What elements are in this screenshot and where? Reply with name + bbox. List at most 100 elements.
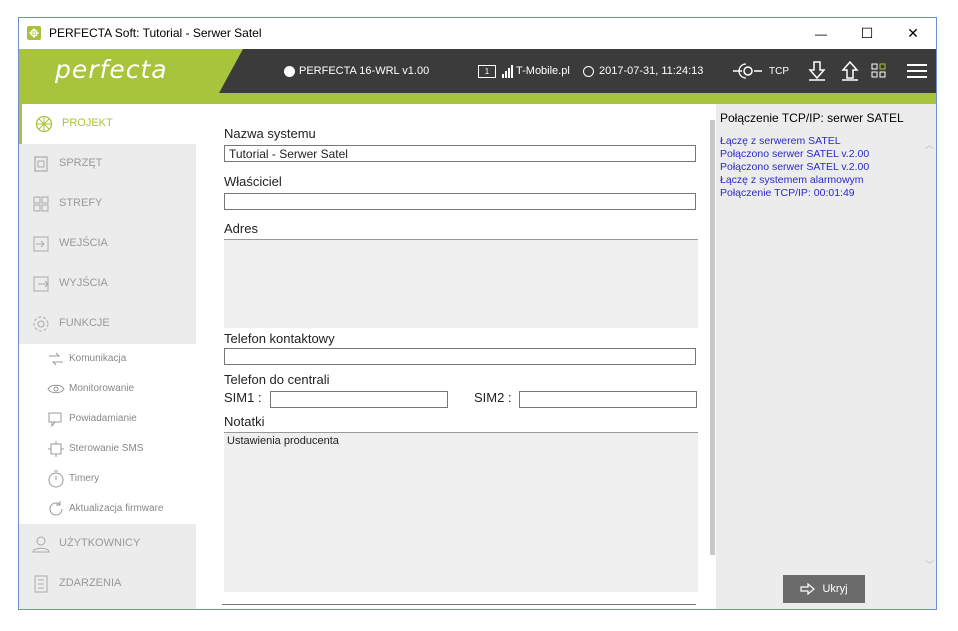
modules-icon [871,63,886,78]
timer-icon [48,470,64,488]
communication-icon [49,352,63,366]
events-icon [34,575,48,593]
sim-card-icon: 1 [478,64,496,78]
arrow-right-icon [800,583,816,595]
close-button[interactable]: ✕ [890,18,936,49]
clock-icon [583,65,594,77]
sidebar-subitem-komunikacja[interactable]: Komunikacja [19,344,196,374]
form-scrollbar[interactable] [709,104,716,609]
sidebar-item-label: UŻYTKOWNICY [59,537,141,549]
sidebar-item-label: ZDARZENIA [59,577,122,589]
sidebar-item-label: SPRZĘT [59,157,103,169]
owner-input[interactable] [224,193,696,210]
connection-log: Łączę z serwerem SATEL Połączono serwer … [720,135,869,200]
connection-panel-title: Połączenie TCP/IP: serwer SATEL [720,111,904,125]
sidebar-item-zdarzenia[interactable]: ZDARZENIA [19,564,196,604]
sidebar-item-uzytkownicy[interactable]: UŻYTKOWNICY [19,524,196,564]
log-line: Połączenie TCP/IP: 00:01:49 [720,187,855,199]
output-icon [33,276,49,292]
sidebar-item-projekt[interactable]: PROJEKT [19,104,196,144]
contact-phone-label: Telefon kontaktowy [224,331,335,346]
operator-label: T-Mobile.pl [516,65,570,77]
log-scroll-up-icon[interactable]: ︿ [925,138,934,151]
update-icon [49,501,63,516]
address-label: Adres [224,221,258,236]
sidebar-item-funkcje[interactable]: FUNKCJE [19,304,196,344]
zones-icon [33,196,49,212]
owner-label: Właściciel [224,174,282,189]
sidebar-item-sprzet[interactable]: SPRZĘT [19,144,196,184]
log-line: Łączę z systemem alarmowym [720,174,864,186]
sidebar-subitem-sterowanie-sms[interactable]: Sterowanie SMS [19,434,196,464]
sidebar-subitem-label: Timery [69,473,100,484]
contact-phone-input[interactable] [224,348,696,365]
notify-icon [48,412,62,428]
sidebar-subitem-timery[interactable]: Timery [19,464,196,494]
sidebar-item-label: FUNKCJE [59,317,110,329]
sidebar-item-label: WEJŚCIA [59,237,108,249]
datetime-info: 2017-07-31, 11:24:13 [583,49,703,93]
app-window: PERFECTA Soft: Tutorial - Serwer Satel —… [18,17,937,610]
sim-slot-number: 1 [484,66,490,76]
upload-icon [841,60,859,81]
maximize-icon: ☐ [860,25,874,41]
modules-button[interactable] [871,49,887,93]
system-name-input[interactable]: Tutorial - Serwer Satel [224,145,696,162]
sidebar-item-strefy[interactable]: STREFY [19,184,196,224]
hamburger-menu-icon [907,64,927,78]
sidebar: PROJEKT SPRZĘT STREFY WEJŚCIA WYJŚCIA FU… [19,104,196,609]
connection-status[interactable]: TCP [733,49,789,93]
sim2-label: SIM2 : [474,390,512,405]
panel-phone-label: Telefon do centrali [224,372,330,387]
device-icon [34,156,48,172]
logo-area: perfecta [19,49,243,93]
app-logo-icon [27,26,41,40]
sidebar-item-wejscia[interactable]: WEJŚCIA [19,224,196,264]
gsm-info: 1 T-Mobile.pl [478,49,570,93]
signal-strength-icon [502,64,513,78]
sim1-label: SIM1 : [224,390,262,405]
hide-button[interactable]: Ukryj [783,575,865,603]
sidebar-subitem-aktualizacja-firmware[interactable]: Aktualizacja firmware [19,494,196,524]
brand-logo: perfecta [55,55,168,84]
log-line: Połączono serwer SATEL v.2.00 [720,161,870,173]
sidebar-subitem-powiadamianie[interactable]: Powiadamianie [19,404,196,434]
sidebar-subitem-label: Komunikacja [69,353,127,364]
header-accent-bar [19,93,936,104]
upload-button[interactable] [840,49,860,93]
sim1-input[interactable] [270,391,448,408]
device-label: PERFECTA 16-WRL v1.00 [299,65,430,77]
maximize-button[interactable]: ☐ [844,18,890,49]
system-name-label: Nazwa systemu [224,126,316,141]
sim2-input[interactable] [519,391,697,408]
sidebar-item-label: STREFY [59,197,103,209]
title-bar: PERFECTA Soft: Tutorial - Serwer Satel —… [19,18,936,49]
address-textarea[interactable] [224,239,698,328]
gear-icon [33,316,49,332]
form-scrollbar-thumb[interactable] [710,120,715,555]
project-form: Nazwa systemu Tutorial - Serwer Satel Wł… [196,104,709,609]
log-line: Łączę z serwerem SATEL [720,135,841,147]
minimize-icon: — [815,26,827,41]
minimize-button[interactable]: — [798,18,844,49]
sidebar-item-wyjscia[interactable]: WYJŚCIA [19,264,196,304]
device-info: PERFECTA 16-WRL v1.00 [284,49,429,93]
eye-icon [47,384,65,394]
menu-button[interactable] [907,49,927,93]
notes-label: Notatki [224,414,265,429]
app-header: perfecta PERFECTA 16-WRL v1.00 1 T-Mobil… [19,49,936,93]
log-scroll-down-icon[interactable]: ﹀ [925,558,934,571]
sidebar-subitem-monitorowanie[interactable]: Monitorowanie [19,374,196,404]
connection-type: TCP [769,65,789,77]
sidebar-item-label: WYJŚCIA [59,277,108,289]
sidebar-subitem-label: Powiadamianie [69,413,137,424]
download-button[interactable] [807,49,827,93]
notes-textarea[interactable]: Ustawienia producenta [224,432,698,592]
sms-control-icon [48,441,64,457]
sidebar-subitem-label: Aktualizacja firmware [69,503,164,514]
sidebar-item-label: PROJEKT [62,117,113,129]
log-line: Połączono serwer SATEL v.2.00 [720,148,870,160]
datetime-label: 2017-07-31, 11:24:13 [599,65,704,77]
input-icon [33,236,49,252]
sidebar-subitem-label: Monitorowanie [69,383,135,394]
